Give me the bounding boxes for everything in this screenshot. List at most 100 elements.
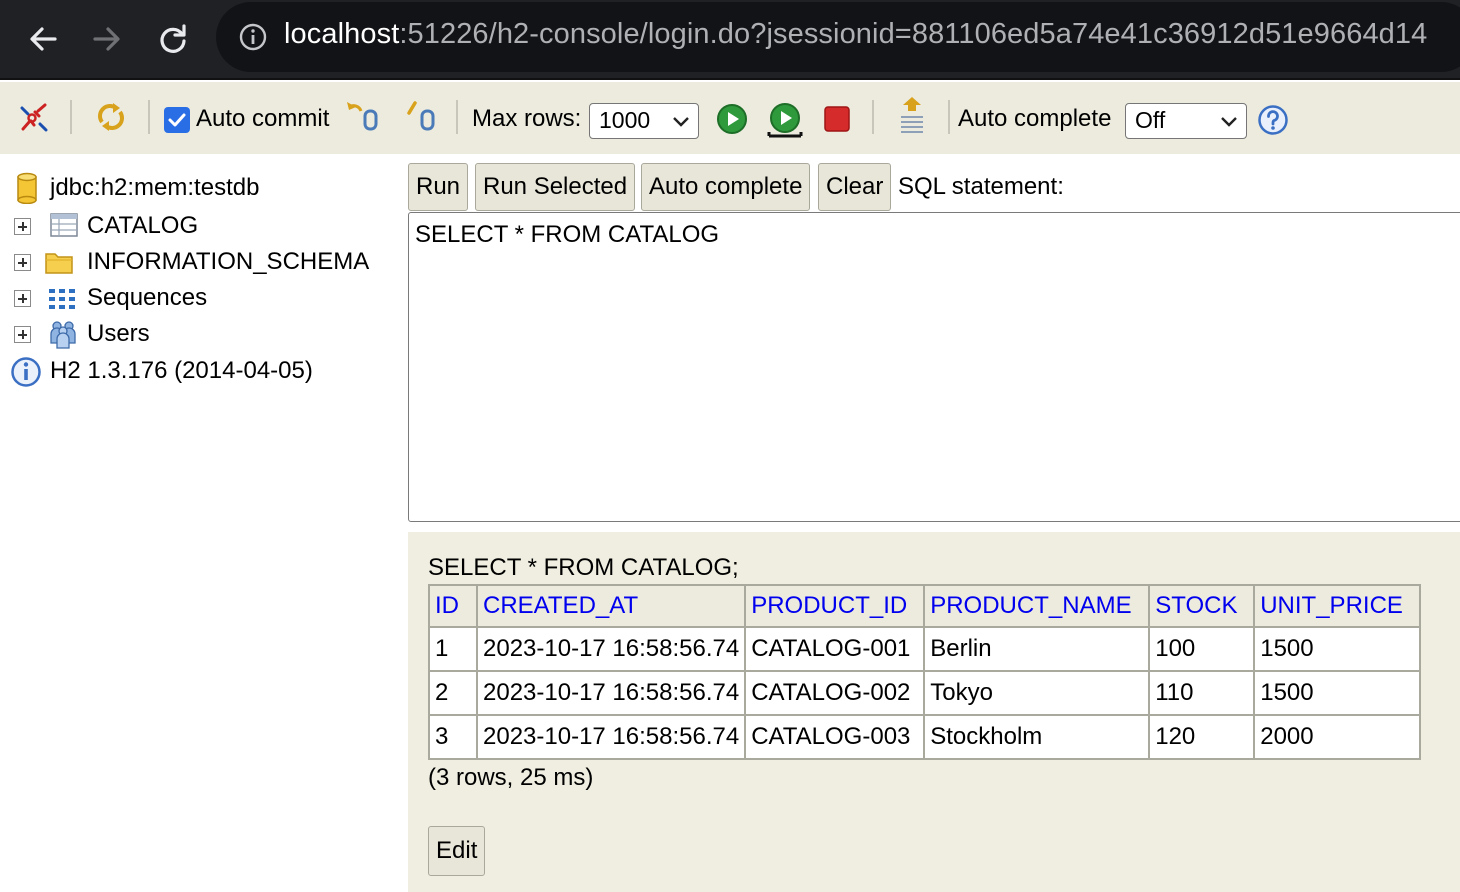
cell-product-name: Berlin — [923, 626, 1151, 672]
stop-button[interactable] — [820, 102, 854, 136]
play-selected-icon — [767, 103, 803, 138]
arrow-left-icon — [30, 27, 57, 51]
cell-product-name: Tokyo — [923, 670, 1151, 716]
cell-id: 2 — [428, 670, 478, 716]
rollback-button[interactable] — [344, 98, 382, 134]
help-button[interactable] — [1256, 103, 1290, 137]
sequences-icon — [49, 289, 75, 309]
folder-icon — [45, 253, 73, 274]
max-rows-select[interactable]: 1000 — [589, 103, 699, 139]
auto-commit-label: Auto commit — [196, 105, 330, 132]
site-info-icon[interactable] — [238, 22, 268, 52]
sql-editor-text: SELECT * FROM CATALOG — [415, 221, 720, 248]
table-row: 2 2023-10-17 16:58:56.74 CATALOG-002 Tok… — [428, 670, 1422, 716]
column-header-product-id[interactable]: PRODUCT_ID — [744, 584, 926, 628]
auto-complete-button[interactable]: Auto complete — [641, 163, 811, 211]
clear-button[interactable]: Clear — [818, 163, 892, 211]
cell-product-id: CATALOG-002 — [744, 670, 926, 716]
column-header-stock[interactable]: STOCK — [1148, 584, 1256, 628]
arrow-right-icon — [93, 27, 120, 51]
expand-icon[interactable] — [14, 254, 31, 271]
refresh-button[interactable] — [92, 98, 130, 136]
toolbar-separator — [456, 100, 458, 134]
auto-commit-checkbox[interactable] — [164, 107, 190, 133]
toolbar-separator — [872, 100, 874, 134]
browser-bar: localhost:51226/h2-console/login.do?jses… — [0, 0, 1460, 80]
auto-complete-label: Auto complete — [958, 105, 1112, 132]
result-summary: (3 rows, 25 ms) — [428, 764, 594, 791]
disconnect-button[interactable] — [16, 100, 52, 136]
toolbar-separator — [70, 100, 72, 134]
result-table: ID CREATED_AT PRODUCT_ID PRODUCT_NAME ST… — [428, 584, 1422, 760]
chevron-down-icon — [673, 117, 689, 127]
expand-icon[interactable] — [14, 326, 31, 343]
url-text: localhost:51226/h2-console/login.do?jses… — [284, 18, 1427, 51]
edit-button[interactable]: Edit — [428, 826, 486, 876]
run-selected-icon-button[interactable] — [765, 100, 805, 140]
table-header-row: ID CREATED_AT PRODUCT_ID PRODUCT_NAME ST… — [428, 584, 1422, 628]
max-rows-value: 1000 — [599, 107, 651, 133]
run-button[interactable]: Run — [408, 163, 469, 211]
history-button[interactable] — [894, 94, 930, 138]
stop-icon — [824, 106, 850, 132]
tree-item-label: CATALOG — [87, 212, 199, 239]
reload-button[interactable] — [148, 14, 198, 64]
reload-icon — [160, 24, 186, 53]
help-icon — [1258, 105, 1288, 135]
back-button[interactable] — [18, 14, 68, 64]
cell-created-at: 2023-10-17 16:58:56.74 — [475, 714, 747, 760]
auto-complete-value: Off — [1135, 107, 1166, 133]
url-path: :51226/h2-console/login.do?jsessionid=88… — [399, 18, 1428, 50]
tree-item-users[interactable]: Users — [0, 316, 408, 352]
run-selected-button[interactable]: Run Selected — [475, 163, 636, 211]
users-icon — [50, 321, 76, 349]
commit-button[interactable] — [404, 98, 440, 134]
rollback-icon — [347, 102, 378, 131]
tree-connection[interactable]: jdbc:h2:mem:testdb — [0, 170, 408, 206]
column-header-id[interactable]: ID — [428, 584, 478, 628]
version-label: H2 1.3.176 (2014-04-05) — [50, 357, 313, 384]
tree-item-sequences[interactable]: Sequences — [0, 280, 408, 316]
column-header-created-at[interactable]: CREATED_AT — [475, 584, 747, 628]
cell-product-id: CATALOG-001 — [744, 626, 926, 672]
toolbar-separator — [148, 100, 150, 134]
checkmark-icon — [168, 113, 186, 127]
info-icon — [11, 357, 41, 387]
commit-icon — [407, 101, 435, 131]
auto-complete-select[interactable]: Off — [1125, 103, 1247, 139]
tree-item-label: INFORMATION_SCHEMA — [87, 248, 370, 275]
cell-unit-price: 1500 — [1253, 670, 1422, 716]
history-icon — [901, 97, 923, 133]
column-header-unit-price[interactable]: UNIT_PRICE — [1253, 584, 1422, 628]
sql-editor[interactable]: SELECT * FROM CATALOG — [408, 212, 1460, 522]
max-rows-label: Max rows: — [472, 105, 582, 132]
table-row: 3 2023-10-17 16:58:56.74 CATALOG-003 Sto… — [428, 714, 1422, 760]
expand-icon[interactable] — [14, 218, 31, 235]
tree-item-information-schema[interactable]: INFORMATION_SCHEMA — [0, 244, 408, 280]
refresh-icon — [98, 103, 124, 131]
h2-toolbar: Auto commit Max rows: 1000 Auto complete — [0, 82, 1460, 154]
expand-icon[interactable] — [14, 290, 31, 307]
cell-stock: 100 — [1148, 626, 1256, 672]
play-icon — [717, 104, 747, 134]
column-header-product-name[interactable]: PRODUCT_NAME — [923, 584, 1151, 628]
cell-product-id: CATALOG-003 — [744, 714, 926, 760]
forward-button[interactable] — [82, 14, 132, 64]
tree-version: H2 1.3.176 (2014-04-05) — [0, 353, 408, 389]
cell-product-name: Stockholm — [923, 714, 1151, 760]
schema-tree: jdbc:h2:mem:testdb CATALOG INFORMATION_S… — [0, 154, 408, 892]
cell-created-at: 2023-10-17 16:58:56.74 — [475, 670, 747, 716]
results-panel: SELECT * FROM CATALOG; ID CREATED_AT PRO… — [408, 532, 1460, 892]
tree-item-label: Sequences — [87, 284, 208, 311]
cell-id: 1 — [428, 626, 478, 672]
run-button-icon[interactable] — [715, 102, 749, 136]
table-row: 1 2023-10-17 16:58:56.74 CATALOG-001 Ber… — [428, 626, 1422, 672]
tree-item-catalog[interactable]: CATALOG — [0, 208, 408, 244]
cell-id: 3 — [428, 714, 478, 760]
address-bar[interactable]: localhost:51226/h2-console/login.do?jses… — [216, 2, 1460, 72]
cell-unit-price: 1500 — [1253, 626, 1422, 672]
result-statement: SELECT * FROM CATALOG; — [428, 554, 739, 581]
connection-label: jdbc:h2:mem:testdb — [50, 174, 260, 201]
query-panel: Run Run Selected Auto complete Clear SQL… — [408, 154, 1460, 532]
cell-unit-price: 2000 — [1253, 714, 1422, 760]
